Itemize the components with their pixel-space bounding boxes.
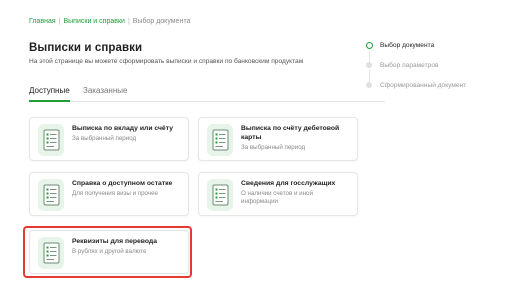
tab-bar: Доступные Заказанные	[29, 82, 385, 102]
document-list-icon	[207, 179, 233, 211]
step-label: Выбор параметров	[380, 61, 439, 69]
step-select-document: Выбор документа	[366, 40, 434, 50]
card-civil-servants-info[interactable]: Сведения для госслужащих О наличии счето…	[198, 172, 358, 216]
card-description: Для получения визы и прочее	[72, 190, 158, 197]
card-description: В рублях и другой валюте	[72, 248, 147, 255]
document-list-icon	[207, 124, 233, 156]
breadcrumb-separator: |	[58, 18, 61, 25]
card-transfer-details[interactable]: Реквизиты для перевода В рублях и другой…	[29, 230, 189, 274]
active-tab-indicator	[29, 100, 70, 102]
step-dot-icon	[366, 82, 372, 88]
breadcrumb: Главная | Выписки и справки | Выбор доку…	[29, 17, 190, 26]
card-balance-certificate[interactable]: Справка о доступном остатке Для получени…	[29, 172, 189, 216]
card-title: Выписка по вкладу или счёту	[72, 125, 173, 132]
card-title: Выписка по счёту дебетовой карты	[241, 125, 340, 141]
card-description: О наличии счетов и иной информации	[241, 190, 313, 205]
tab-ordered[interactable]: Заказанные	[83, 86, 127, 95]
page-title: Выписки и справки	[29, 42, 143, 54]
breadcrumb-separator: |	[127, 18, 130, 25]
document-list-icon	[38, 124, 64, 156]
step-active-dot-icon	[366, 41, 373, 49]
page-subtitle: На этой странице вы можете сформировать …	[29, 58, 304, 65]
card-title: Реквизиты для перевода	[72, 238, 158, 245]
step-label: Сформированный документ	[380, 81, 467, 89]
step-select-parameters: Выбор параметров	[366, 60, 439, 70]
step-dot-icon	[366, 62, 372, 68]
breadcrumb-section-link[interactable]: Выписки и справки	[63, 17, 124, 26]
breadcrumb-home-link[interactable]: Главная	[29, 17, 56, 26]
step-generated-document: Сформированный документ	[366, 80, 466, 90]
card-deposit-statement[interactable]: Выписка по вкладу или счёту За выбранный…	[29, 117, 189, 161]
card-title: Сведения для госслужащих	[241, 180, 336, 187]
tab-available[interactable]: Доступные	[29, 86, 70, 95]
card-description: За выбранный период	[72, 135, 137, 142]
document-list-icon	[38, 237, 64, 269]
step-label: Выбор документа	[380, 41, 435, 49]
breadcrumb-current: Выбор документа	[132, 18, 191, 25]
card-description: За выбранный период	[241, 144, 306, 151]
card-debit-card-statement[interactable]: Выписка по счёту дебетовой карты За выбр…	[198, 117, 358, 161]
card-title: Справка о доступном остатке	[72, 180, 173, 187]
document-list-icon	[38, 179, 64, 211]
